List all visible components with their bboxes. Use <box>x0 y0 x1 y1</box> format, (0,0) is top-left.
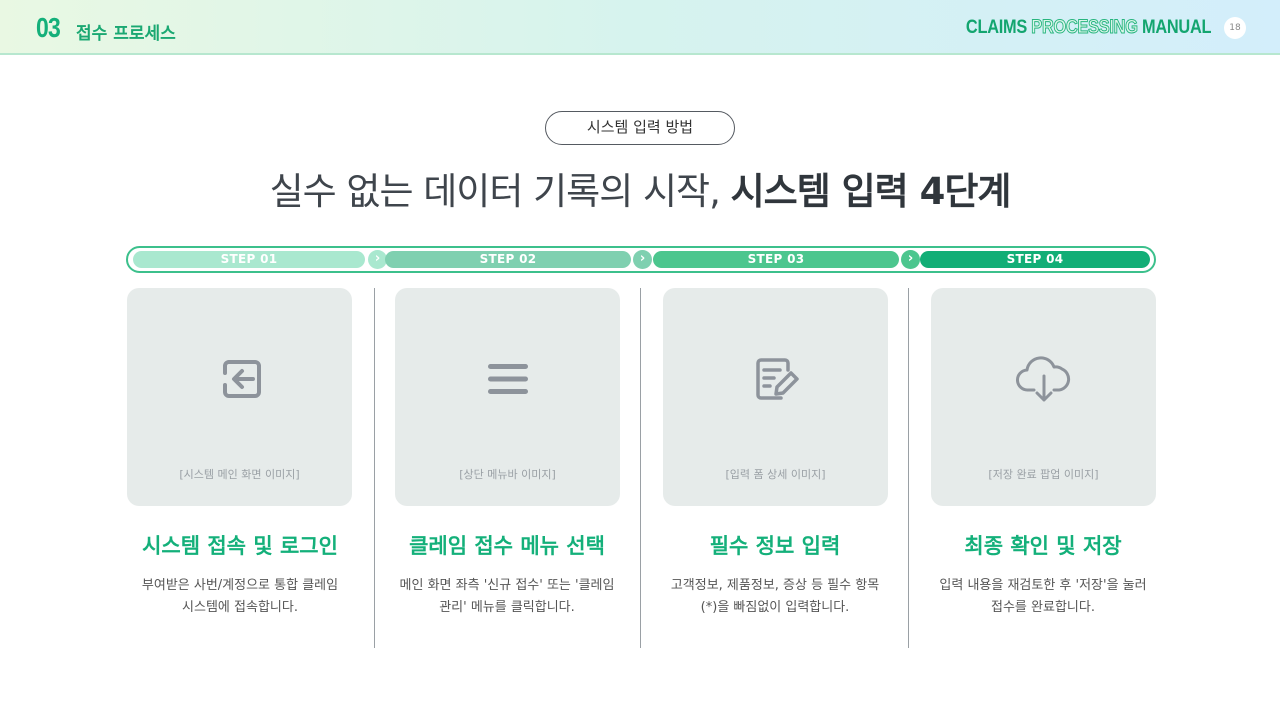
cloud-download-icon <box>1015 356 1070 402</box>
column-divider <box>374 288 375 648</box>
step-segment-1: STEP 01 <box>133 251 365 268</box>
manual-title-word-claims: CLAIMS <box>965 17 1027 38</box>
page-number-badge: 18 <box>1224 17 1246 39</box>
sign-in-icon <box>222 360 261 398</box>
step-description-2: 메인 화면 좌측 '신규 접수' 또는 '클레임 관리' 메뉴를 클릭합니다. <box>377 575 637 619</box>
manual-title-word-manual: MANUAL <box>1141 17 1212 38</box>
column-divider <box>640 288 641 648</box>
chevron-right-icon: › <box>633 250 652 269</box>
page-headline: 실수 없는 데이터 기록의 시작, 시스템 입력 4단계 <box>0 161 1280 215</box>
description-line: 고객정보, 제품정보, 증상 등 필수 항목 <box>670 578 880 593</box>
column-divider <box>908 288 909 648</box>
header-bar: 03 접수 프로세스 CLAIMS PROCESSING MANUAL 18 <box>0 0 1280 55</box>
image-placeholder-step-1: [시스템 메인 화면 이미지] <box>127 288 352 506</box>
image-caption: [상단 메뉴바 이미지] <box>459 468 556 481</box>
step-description-3: 고객정보, 제품정보, 증상 등 필수 항목 (*)을 빠짐없이 입력합니다. <box>645 575 905 619</box>
image-placeholder-step-2: [상단 메뉴바 이미지] <box>395 288 620 506</box>
image-caption: [시스템 메인 화면 이미지] <box>179 468 300 481</box>
description-line: 부여받은 사번/계정으로 통합 클레임 <box>141 578 339 593</box>
description-line: 메인 화면 좌측 '신규 접수' 또는 '클레임 <box>399 578 615 593</box>
step-progress-bar: STEP 01 › STEP 02 › STEP 03 › STEP 04 <box>126 246 1156 273</box>
image-caption: [입력 폼 상세 이미지] <box>725 468 826 481</box>
step-description-1: 부여받은 사번/계정으로 통합 클레임 시스템에 접속합니다. <box>110 575 370 619</box>
headline-plain: 실수 없는 데이터 기록의 시작, <box>269 170 731 213</box>
manual-title: CLAIMS PROCESSING MANUAL <box>965 17 1212 39</box>
step-title-2: 클레임 접수 메뉴 선택 <box>409 534 605 558</box>
step-title-1: 시스템 접속 및 로그인 <box>142 534 338 558</box>
subtitle-pill: 시스템 입력 방법 <box>545 111 735 145</box>
step-title-3: 필수 정보 입력 <box>709 534 841 558</box>
menu-icon <box>487 364 528 394</box>
image-caption: [저장 완료 팝업 이미지] <box>988 468 1099 481</box>
description-line: 시스템에 접속합니다. <box>182 600 298 615</box>
step-segment-3: STEP 03 <box>653 251 899 268</box>
description-line: 접수를 완료합니다. <box>991 600 1095 615</box>
step-title-4: 최종 확인 및 저장 <box>964 534 1122 558</box>
chevron-right-icon: › <box>901 250 920 269</box>
description-line: 관리' 메뉴를 클릭합니다. <box>439 600 575 615</box>
step-segment-4: STEP 04 <box>920 251 1150 268</box>
manual-title-word-processing: PROCESSING <box>1031 17 1138 39</box>
image-placeholder-step-3: [입력 폼 상세 이미지] <box>663 288 888 506</box>
section-number: 03 <box>36 12 61 43</box>
edit-document-icon <box>755 358 799 400</box>
step-description-4: 입력 내용을 재검토한 후 '저장'을 눌러 접수를 완료합니다. <box>913 575 1173 619</box>
section-title: 접수 프로세스 <box>76 24 176 44</box>
description-line: 입력 내용을 재검토한 후 '저장'을 눌러 <box>939 578 1147 593</box>
headline-bold: 시스템 입력 4단계 <box>730 170 1012 213</box>
image-placeholder-step-4: [저장 완료 팝업 이미지] <box>931 288 1156 506</box>
description-line: (*)을 빠짐없이 입력합니다. <box>700 600 850 615</box>
step-segment-2: STEP 02 <box>385 251 631 268</box>
